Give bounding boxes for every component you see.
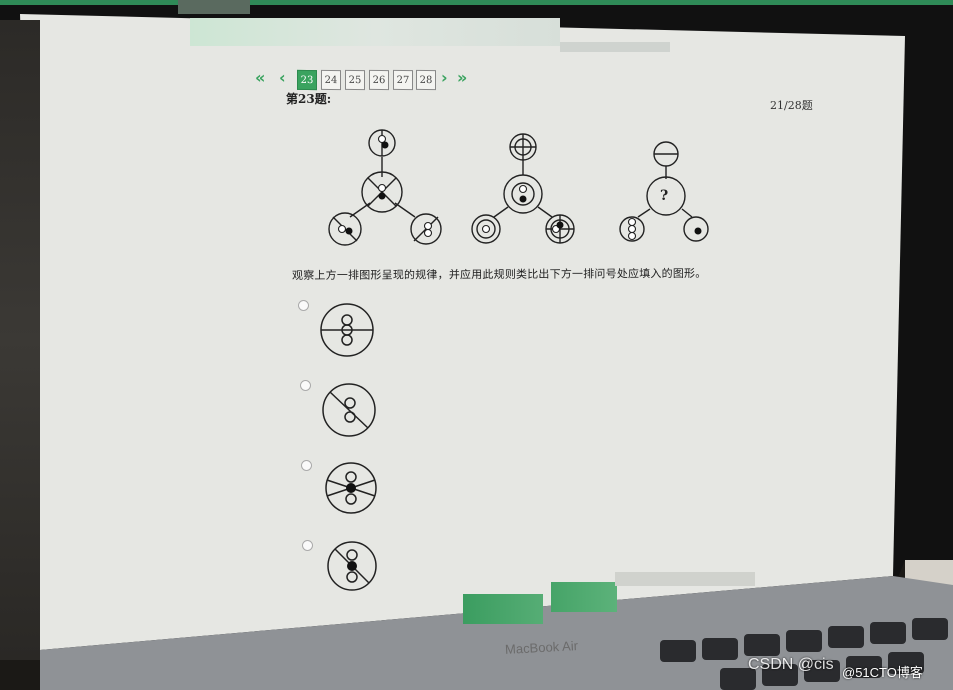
- page-button-23[interactable]: 23: [297, 69, 317, 91]
- photo-scene: « ‹ 23 24 25 26 27 28 › » 第23题: 21/28题 ?…: [0, 0, 953, 690]
- question-number: 第23题:: [286, 92, 332, 106]
- blurred-corner: [178, 0, 250, 14]
- double-chevron-left-icon[interactable]: «: [255, 68, 265, 87]
- blurred-header-right: [560, 42, 670, 52]
- double-chevron-right-icon[interactable]: »: [457, 68, 467, 87]
- chevron-right-icon[interactable]: ›: [441, 68, 448, 87]
- question-progress: 21/28题: [770, 99, 813, 112]
- top-accent-bar: [0, 0, 953, 5]
- option-a-radio[interactable]: [298, 300, 309, 311]
- chevron-left-icon[interactable]: ‹: [279, 68, 286, 87]
- blurred-left-edge: [0, 20, 40, 660]
- 51cto-watermark: @51CTO博客: [842, 665, 923, 680]
- page-button-27[interactable]: 27: [393, 69, 413, 91]
- page-button-25[interactable]: 25: [345, 69, 365, 91]
- option-a-figure[interactable]: [320, 303, 374, 357]
- question-prompt: 观察上方一排图形呈现的规律，并应用此规则类比出下方一排问号处应填入的图形。: [291, 266, 707, 283]
- page-button-26[interactable]: 26: [369, 69, 389, 91]
- answer-options: [320, 303, 377, 591]
- csdn-watermark: CSDN @cis: [748, 656, 834, 673]
- page-button-24[interactable]: 24: [321, 69, 341, 91]
- blurred-header: [190, 18, 560, 46]
- page-button-28[interactable]: 28: [416, 69, 436, 91]
- blurred-bottom: [615, 572, 755, 586]
- unknown-figure-mark: ?: [660, 188, 669, 204]
- option-b-figure[interactable]: [322, 383, 376, 437]
